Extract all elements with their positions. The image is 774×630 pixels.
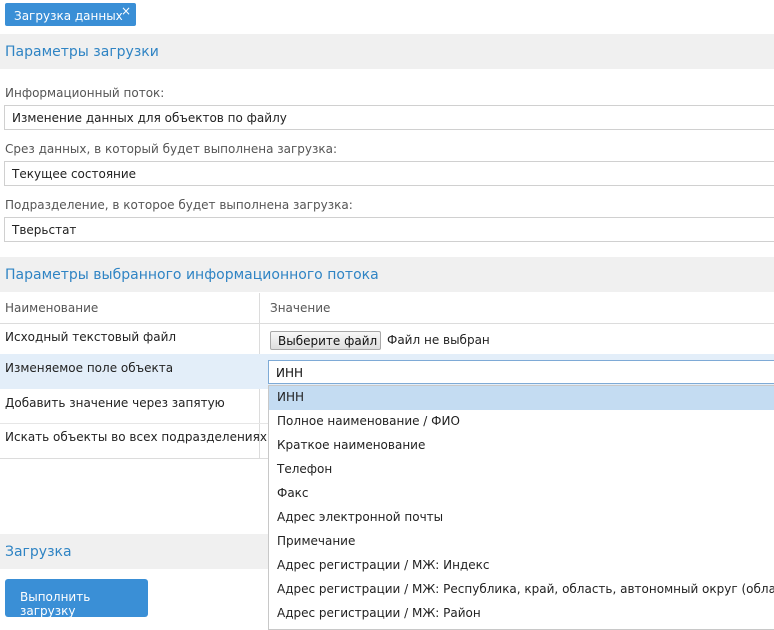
object-field-dropdown: ИНН Полное наименование / ФИО Краткое на… — [268, 385, 774, 630]
section-header-load-params: Параметры загрузки — [0, 34, 774, 69]
tab-data-load[interactable]: Загрузка данных × — [5, 3, 136, 26]
section-header-load: Загрузка — [0, 534, 268, 569]
dropdown-option[interactable]: Примечание — [269, 530, 774, 554]
stream-field[interactable]: Изменение данных для объектов по файлу — [4, 105, 774, 130]
slice-label: Срез данных, в который будет выполнена з… — [5, 142, 338, 156]
section-header-stream-params: Параметры выбранного информационного пот… — [0, 257, 774, 292]
param-row-label: Изменяемое поле объекта — [5, 361, 174, 375]
dropdown-option[interactable]: Телефон — [269, 458, 774, 482]
column-value-header: Значение — [270, 301, 331, 315]
close-icon[interactable]: × — [121, 5, 131, 17]
dropdown-option[interactable]: ИНН — [269, 386, 774, 410]
dropdown-option[interactable]: Факс — [269, 482, 774, 506]
object-field-select[interactable]: ИНН — [268, 360, 774, 384]
dropdown-option[interactable]: Адрес регистрации / МЖ: Республика, край… — [269, 578, 774, 602]
dropdown-option[interactable]: Полное наименование / ФИО — [269, 410, 774, 434]
dropdown-option[interactable]: Адрес регистрации / МЖ: Район — [269, 602, 774, 626]
file-status-text: Файл не выбран — [387, 333, 490, 347]
run-load-button[interactable]: Выполнить загрузку — [5, 579, 148, 618]
dropdown-option[interactable]: Адрес регистрации / МЖ: Индекс — [269, 554, 774, 578]
param-row-label: Добавить значение через запятую — [5, 396, 225, 410]
dropdown-option[interactable]: Адрес электронной почты — [269, 506, 774, 530]
param-row-label: Искать объекты во всех подразделениях — [5, 430, 267, 444]
choose-file-button[interactable]: Выберите файл — [270, 331, 381, 350]
division-field[interactable]: Тверьстат — [4, 217, 774, 242]
column-name-header: Наименование — [5, 301, 99, 315]
param-row-search-all: Искать объекты во всех подразделениях — [0, 424, 268, 459]
division-label: Подразделение, в которое будет выполнена… — [5, 198, 353, 212]
param-row-append: Добавить значение через запятую — [0, 389, 268, 424]
param-row-label: Исходный текстовый файл — [5, 330, 177, 344]
tab-label: Загрузка данных — [14, 9, 123, 23]
params-grid-header: Наименование Значение — [0, 293, 774, 324]
dropdown-option[interactable]: Краткое наименование — [269, 434, 774, 458]
slice-field[interactable]: Текущее состояние — [4, 161, 774, 186]
stream-label: Информационный поток: — [5, 86, 165, 100]
